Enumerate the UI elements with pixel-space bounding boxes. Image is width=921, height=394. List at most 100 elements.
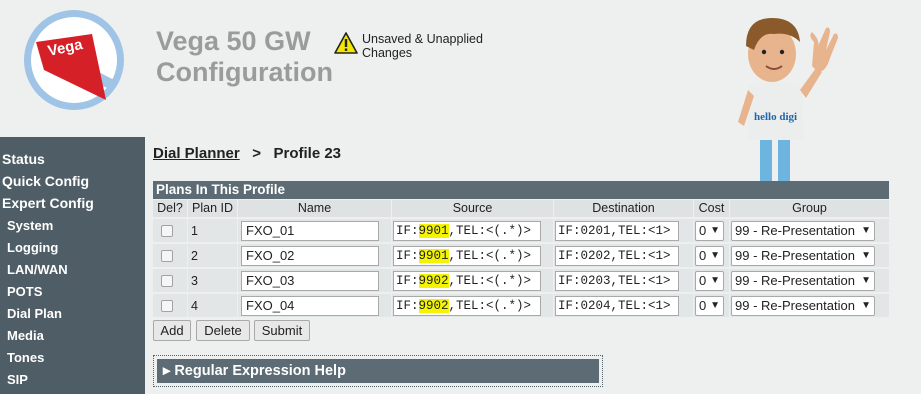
- group-cell: 99 - Re-Presentation ▼: [730, 294, 889, 317]
- breadcrumb-dial-planner-link[interactable]: Dial Planner: [153, 145, 240, 162]
- group-select[interactable]: 99 - Re-Presentation ▼: [731, 221, 875, 241]
- plan-id: 1: [191, 224, 198, 238]
- name-cell: FXO_04: [238, 294, 391, 317]
- group-select[interactable]: 99 - Re-Presentation ▼: [731, 271, 875, 291]
- name-cell: FXO_03: [238, 269, 391, 292]
- cost-select[interactable]: 0 ▼: [695, 296, 724, 316]
- name-input[interactable]: FXO_02: [241, 246, 379, 266]
- source-input[interactable]: IF:9901,TEL:<(.*)>: [393, 221, 541, 241]
- delete-checkbox[interactable]: [161, 275, 173, 287]
- table-row: 1 FXO_01 IF:9901,TEL:<(.*)> IF:0201,TEL:<1>…: [153, 218, 889, 243]
- destination-input[interactable]: IF:0201,TEL:<1>: [555, 221, 679, 241]
- plan-id: 4: [191, 299, 198, 313]
- chevron-down-icon: ▼: [710, 250, 720, 261]
- sidebar-item-status[interactable]: Status: [2, 151, 45, 167]
- chevron-down-icon: ▼: [861, 250, 871, 261]
- add-button[interactable]: Add: [153, 320, 191, 341]
- plan-id: 3: [191, 274, 198, 288]
- column-header-cost: Cost: [694, 200, 729, 217]
- plan-id-cell: 3: [188, 269, 237, 292]
- group-value: 99 - Re-Presentation: [735, 273, 855, 288]
- sidebar-item-expert-config[interactable]: Expert Config: [2, 195, 94, 211]
- source-input[interactable]: IF:9902,TEL:<(.*)>: [393, 271, 541, 291]
- column-header-group: Group: [730, 200, 889, 217]
- source-input[interactable]: IF:9901,TEL:<(.*)>: [393, 246, 541, 266]
- plans-table-title: Plans In This Profile: [153, 181, 889, 199]
- chevron-down-icon: ▼: [710, 225, 720, 236]
- destination-input[interactable]: IF:0203,TEL:<1>: [555, 271, 679, 291]
- name-input[interactable]: FXO_03: [241, 271, 379, 291]
- app-title: Vega 50 GW Configuration: [156, 26, 333, 88]
- submit-button[interactable]: Submit: [254, 320, 310, 341]
- name-cell: FXO_01: [238, 219, 391, 242]
- chevron-down-icon: ▼: [861, 275, 871, 286]
- column-header-source: Source: [392, 200, 553, 217]
- source-suffix: ,TEL:<(.*)>: [448, 249, 532, 263]
- source-interface-highlight: 9902: [418, 274, 449, 288]
- table-body: 1 FXO_01 IF:9901,TEL:<(.*)> IF:0201,TEL:<1>…: [153, 218, 889, 318]
- sidebar-item-lan-wan[interactable]: LAN/WAN: [7, 262, 68, 277]
- sidebar-item-logging[interactable]: Logging: [7, 240, 58, 255]
- table-row: 2 FXO_02 IF:9901,TEL:<(.*)> IF:0202,TEL:<1>…: [153, 243, 889, 268]
- chevron-down-icon: ▼: [710, 300, 720, 311]
- source-interface-highlight: 9902: [418, 299, 449, 313]
- sidebar-item-system[interactable]: System: [7, 218, 53, 233]
- source-prefix: IF:: [396, 274, 419, 288]
- delete-checkbox[interactable]: [161, 250, 173, 262]
- destination-cell: IF:0204,TEL:<1>: [554, 294, 693, 317]
- sidebar: Status Quick Config Expert Config System…: [0, 137, 145, 394]
- delete-checkbox[interactable]: [161, 225, 173, 237]
- sidebar-item-media[interactable]: Media: [7, 328, 44, 343]
- regex-help-toggle[interactable]: ▸ Regular Expression Help: [157, 359, 599, 383]
- cost-value: 0: [699, 273, 707, 288]
- cost-value: 0: [699, 223, 707, 238]
- cost-value: 0: [699, 248, 707, 263]
- source-cell: IF:9902,TEL:<(.*)>: [392, 294, 553, 317]
- breadcrumb: Dial Planner > Profile 23: [153, 145, 341, 162]
- cost-select[interactable]: 0 ▼: [695, 221, 724, 241]
- destination-input[interactable]: IF:0202,TEL:<1>: [555, 246, 679, 266]
- page: Vega Vega 50 GW Configuration Unsaved & …: [0, 0, 921, 394]
- name-input[interactable]: FXO_04: [241, 296, 379, 316]
- mascot-illustration: hello digi: [738, 18, 838, 198]
- del-cell: [153, 294, 187, 317]
- source-cell: IF:9901,TEL:<(.*)>: [392, 219, 553, 242]
- cost-select[interactable]: 0 ▼: [695, 271, 724, 291]
- plan-id-cell: 2: [188, 244, 237, 267]
- cost-cell: 0 ▼: [694, 219, 729, 242]
- expand-triangle-icon: ▸: [163, 363, 171, 379]
- regex-help-panel: ▸ Regular Expression Help: [153, 355, 603, 387]
- name-input[interactable]: FXO_01: [241, 221, 379, 241]
- group-cell: 99 - Re-Presentation ▼: [730, 244, 889, 267]
- sidebar-item-tones[interactable]: Tones: [7, 350, 44, 365]
- source-suffix: ,TEL:<(.*)>: [448, 224, 532, 238]
- sidebar-item-pots[interactable]: POTS: [7, 284, 42, 299]
- source-suffix: ,TEL:<(.*)>: [448, 299, 532, 313]
- destination-cell: IF:0202,TEL:<1>: [554, 244, 693, 267]
- chevron-down-icon: ▼: [861, 225, 871, 236]
- cost-cell: 0 ▼: [694, 269, 729, 292]
- table-row: 3 FXO_03 IF:9902,TEL:<(.*)> IF:0203,TEL:<1>…: [153, 268, 889, 293]
- sidebar-item-quick-config[interactable]: Quick Config: [2, 173, 89, 189]
- delete-button[interactable]: Delete: [196, 320, 250, 341]
- source-cell: IF:9902,TEL:<(.*)>: [392, 269, 553, 292]
- source-interface-highlight: 9901: [418, 249, 449, 263]
- group-cell: 99 - Re-Presentation ▼: [730, 269, 889, 292]
- group-select[interactable]: 99 - Re-Presentation ▼: [731, 246, 875, 266]
- breadcrumb-separator: >: [252, 145, 261, 162]
- group-cell: 99 - Re-Presentation ▼: [730, 219, 889, 242]
- source-input[interactable]: IF:9902,TEL:<(.*)>: [393, 296, 541, 316]
- group-select[interactable]: 99 - Re-Presentation ▼: [731, 296, 875, 316]
- destination-input[interactable]: IF:0204,TEL:<1>: [555, 296, 679, 316]
- source-interface-highlight: 9901: [418, 224, 449, 238]
- delete-checkbox[interactable]: [161, 300, 173, 312]
- sidebar-item-dial-plan[interactable]: Dial Plan: [7, 306, 62, 321]
- table-row: 4 FXO_04 IF:9902,TEL:<(.*)> IF:0204,TEL:<1>…: [153, 293, 889, 318]
- cost-select[interactable]: 0 ▼: [695, 246, 724, 266]
- del-cell: [153, 219, 187, 242]
- cost-cell: 0 ▼: [694, 294, 729, 317]
- vega-logo: Vega: [24, 10, 124, 110]
- sidebar-item-sip[interactable]: SIP: [7, 372, 28, 387]
- app-title-line1: Vega 50 GW: [156, 26, 311, 56]
- breadcrumb-current: Profile 23: [273, 145, 342, 162]
